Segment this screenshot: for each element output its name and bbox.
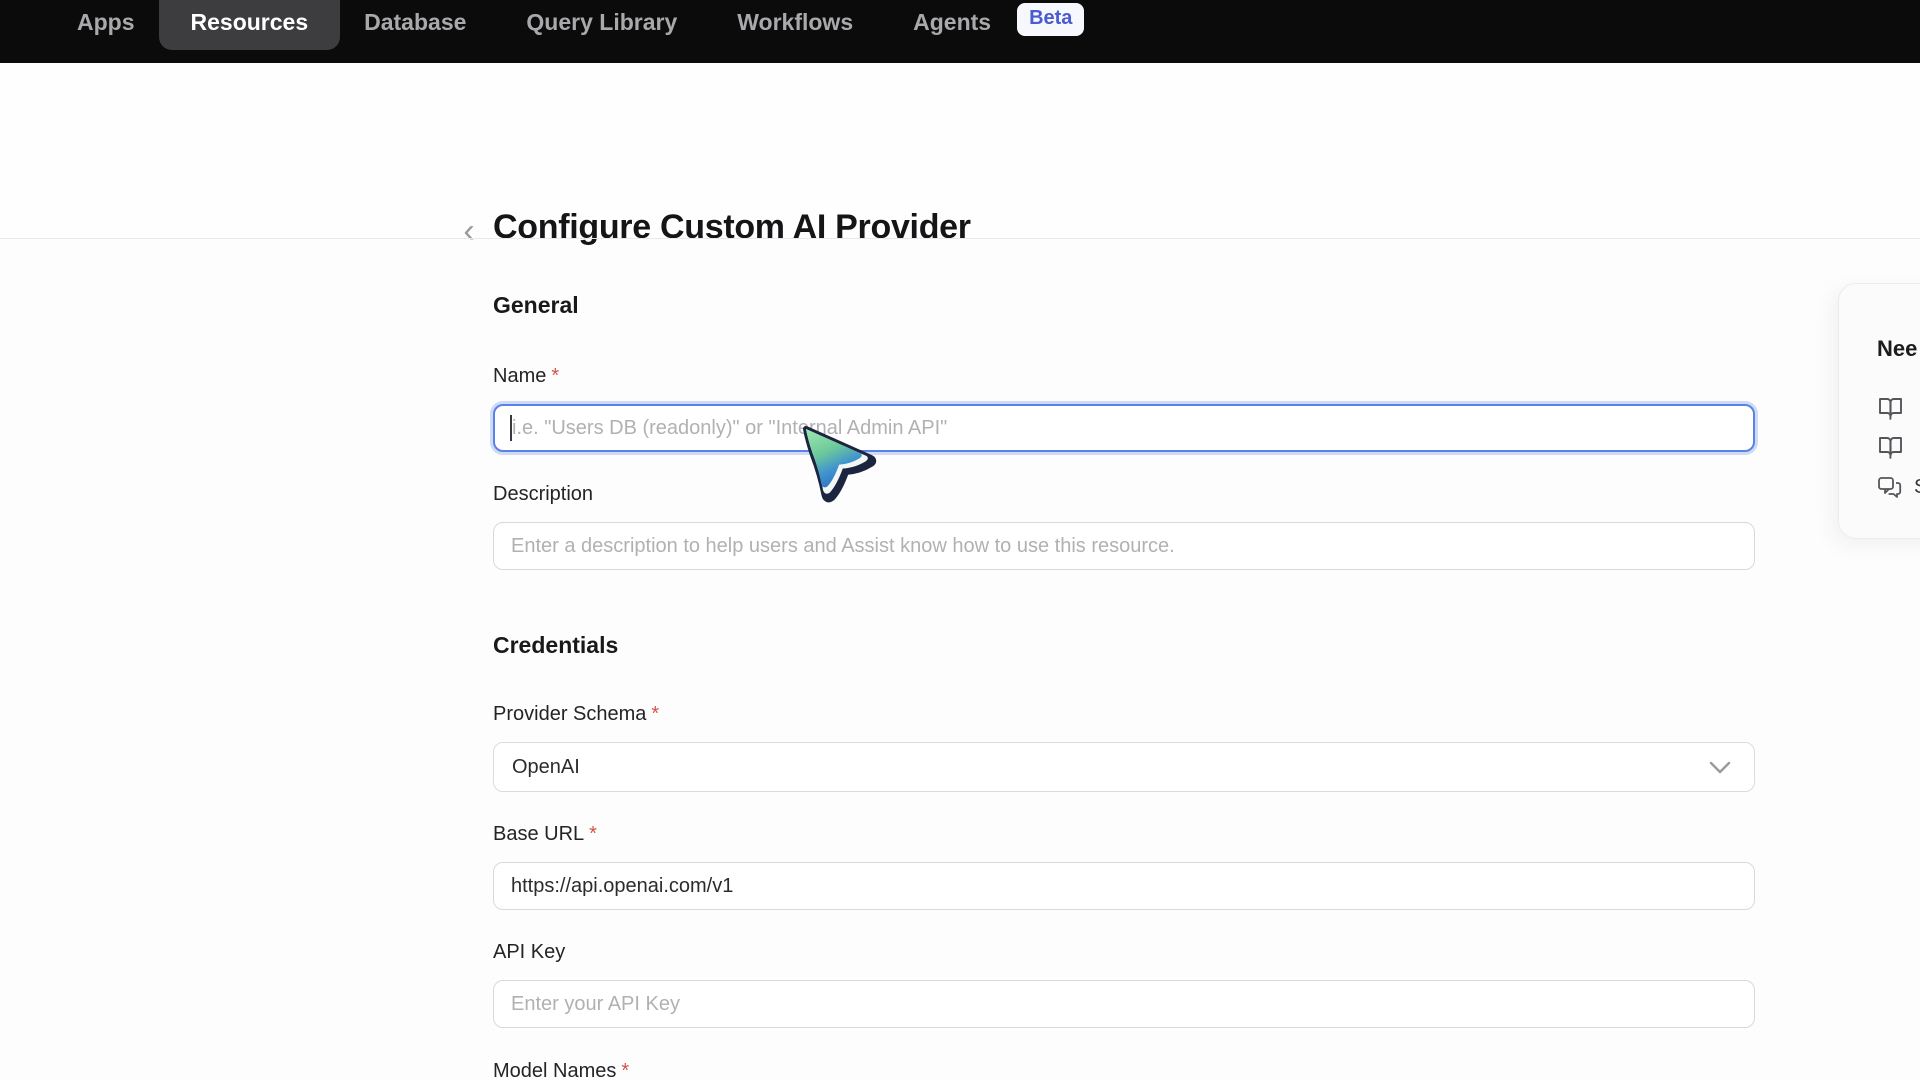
name-input[interactable] xyxy=(493,404,1755,452)
help-link-support[interactable]: S xyxy=(1877,474,1920,500)
chat-icon xyxy=(1877,476,1902,499)
help-link-docs-1[interactable] xyxy=(1877,396,1920,422)
book-icon xyxy=(1877,435,1904,461)
beta-badge: Beta xyxy=(1017,3,1084,36)
nav-item-agents[interactable]: Agents xyxy=(909,9,995,35)
nav-item-resources[interactable]: Resources xyxy=(159,0,341,50)
section-heading-general: General xyxy=(493,292,1755,319)
provider-schema-label-text: Provider Schema xyxy=(493,703,646,725)
help-link-label: S xyxy=(1914,476,1920,499)
model-names-label-text: Model Names xyxy=(493,1060,616,1080)
base-url-input[interactable] xyxy=(493,862,1755,910)
provider-schema-select[interactable]: OpenAI xyxy=(493,742,1755,792)
base-url-label-text: Base URL xyxy=(493,823,584,845)
page-header: ‹ Configure Custom AI Provider xyxy=(0,63,1920,238)
api-key-input[interactable] xyxy=(493,980,1755,1028)
help-panel: Nee S xyxy=(1838,283,1920,539)
name-label-text: Name xyxy=(493,365,546,387)
provider-schema-required-asterisk: * xyxy=(651,703,659,725)
nav-item-query-library[interactable]: Query Library xyxy=(522,9,681,35)
chevron-down-icon xyxy=(1708,760,1732,776)
section-heading-credentials: Credentials xyxy=(493,632,1755,659)
app-window: Apps Resources Database Query Library Wo… xyxy=(0,0,1920,1080)
book-icon xyxy=(1877,396,1904,422)
nav-item-workflows[interactable]: Workflows xyxy=(733,9,857,35)
provider-schema-label: Provider Schema* xyxy=(493,703,1755,726)
resource-form: General Name* Description Credentials Pr… xyxy=(493,292,1755,1080)
name-required-asterisk: * xyxy=(551,365,559,387)
description-input[interactable] xyxy=(493,522,1755,570)
back-button[interactable]: ‹ xyxy=(452,213,486,251)
nav-item-database[interactable]: Database xyxy=(360,9,470,35)
provider-schema-selected-value: OpenAI xyxy=(512,756,580,779)
nav-item-apps[interactable]: Apps xyxy=(73,9,139,35)
base-url-required-asterisk: * xyxy=(589,823,597,845)
model-names-label: Model Names* xyxy=(493,1060,1755,1080)
help-link-docs-2[interactable] xyxy=(1877,435,1920,461)
api-key-label: API Key xyxy=(493,941,1755,964)
base-url-label: Base URL* xyxy=(493,823,1755,846)
top-navigation: Apps Resources Database Query Library Wo… xyxy=(0,0,1920,63)
name-label: Name* xyxy=(493,365,1755,388)
help-panel-title: Nee xyxy=(1877,336,1920,362)
model-names-required-asterisk: * xyxy=(621,1060,629,1080)
description-label: Description xyxy=(493,483,1755,506)
page-title: Configure Custom AI Provider xyxy=(493,208,971,247)
text-caret xyxy=(510,415,512,441)
header-divider xyxy=(0,238,1920,239)
